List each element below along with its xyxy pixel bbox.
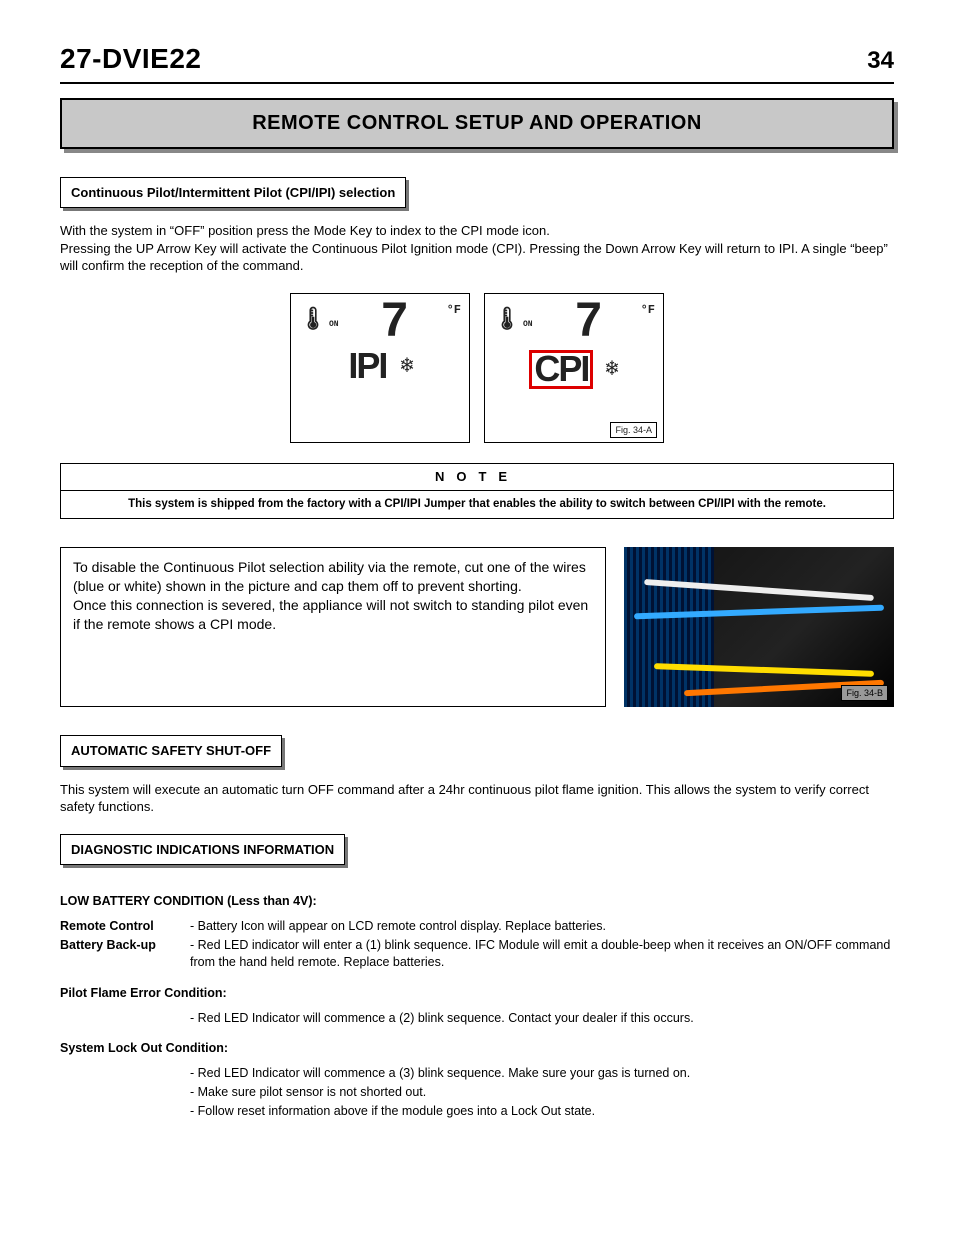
lockout-list: - Red LED Indicator will commence a (3) …	[190, 1065, 894, 1120]
list-item: - Red LED Indicator will commence a (2) …	[190, 1010, 894, 1027]
diag-row-remote: Remote Control - Battery Icon will appea…	[60, 918, 894, 935]
page-header: 27-DVIE22 34	[60, 40, 894, 84]
diag-row-backup: Battery Back-up - Red LED indicator will…	[60, 937, 894, 971]
diag-label: Remote Control	[60, 918, 190, 935]
intro-paragraph: With the system in “OFF” position press …	[60, 222, 894, 275]
intro-line1: With the system in “OFF” position press …	[60, 223, 550, 238]
note-heading: NOTE	[60, 463, 894, 491]
wiring-photo: Fig. 34-B	[624, 547, 894, 707]
diag-text: - Battery Icon will appear on LCD remote…	[190, 918, 606, 935]
temp-digit: 7	[381, 302, 404, 340]
diag-text: - Red LED indicator will enter a (1) bli…	[190, 937, 894, 971]
note-body: This system is shipped from the factory …	[60, 491, 894, 520]
temp-digit: 7	[575, 302, 598, 340]
disable-row: To disable the Continuous Pilot selectio…	[60, 547, 894, 707]
pilot-error-heading: Pilot Flame Error Condition:	[60, 985, 894, 1002]
figure-label-a: Fig. 34-A	[610, 422, 657, 438]
diag-label: Battery Back-up	[60, 937, 190, 971]
on-label: ON	[329, 320, 339, 329]
mode-ipi-text: IPI	[346, 350, 388, 382]
lockout-heading: System Lock Out Condition:	[60, 1040, 894, 1057]
subheading-auto-shutoff: AUTOMATIC SAFETY SHUT-OFF	[60, 735, 282, 767]
auto-shutoff-text: This system will execute an automatic tu…	[60, 781, 894, 816]
snowflake-icon: ❄	[400, 352, 413, 382]
disable-instruction-box: To disable the Continuous Pilot selectio…	[60, 547, 606, 707]
page-number: 34	[867, 45, 894, 77]
snowflake-icon: ❄	[605, 355, 618, 385]
pcb-graphic	[624, 547, 714, 707]
list-item: - Make sure pilot sensor is not shorted …	[190, 1084, 894, 1101]
section-banner: REMOTE CONTROL SETUP AND OPERATION	[60, 98, 894, 149]
doc-code: 27-DVIE22	[60, 40, 201, 78]
thermometer-icon: 🌡	[299, 308, 327, 333]
subheading-diagnostic: DIAGNOSTIC INDICATIONS INFORMATION	[60, 834, 345, 866]
list-item: - Red LED Indicator will commence a (3) …	[190, 1065, 894, 1082]
thermometer-icon: 🌡	[493, 308, 521, 333]
pilot-error-list: - Red LED Indicator will commence a (2) …	[190, 1010, 894, 1027]
on-label: ON	[523, 320, 533, 329]
unit-f: °F	[641, 302, 655, 318]
unit-f: °F	[447, 302, 461, 318]
list-item: - Follow reset information above if the …	[190, 1103, 894, 1120]
low-battery-heading: LOW BATTERY CONDITION (Less than 4V):	[60, 893, 894, 910]
mode-cpi-text: CPI	[529, 350, 593, 388]
subheading-cpi-ipi: Continuous Pilot/Intermittent Pilot (CPI…	[60, 177, 406, 209]
lcd-figure-row: 🌡ON 7 °F IPI ❄ 🌡ON 7 °F CPI ❄ Fig. 34-A	[60, 293, 894, 443]
figure-label-b: Fig. 34-B	[841, 685, 888, 701]
lcd-cpi: 🌡ON 7 °F CPI ❄ Fig. 34-A	[484, 293, 664, 443]
lcd-ipi: 🌡ON 7 °F IPI ❄	[290, 293, 470, 443]
intro-line2: Pressing the UP Arrow Key will activate …	[60, 241, 888, 274]
